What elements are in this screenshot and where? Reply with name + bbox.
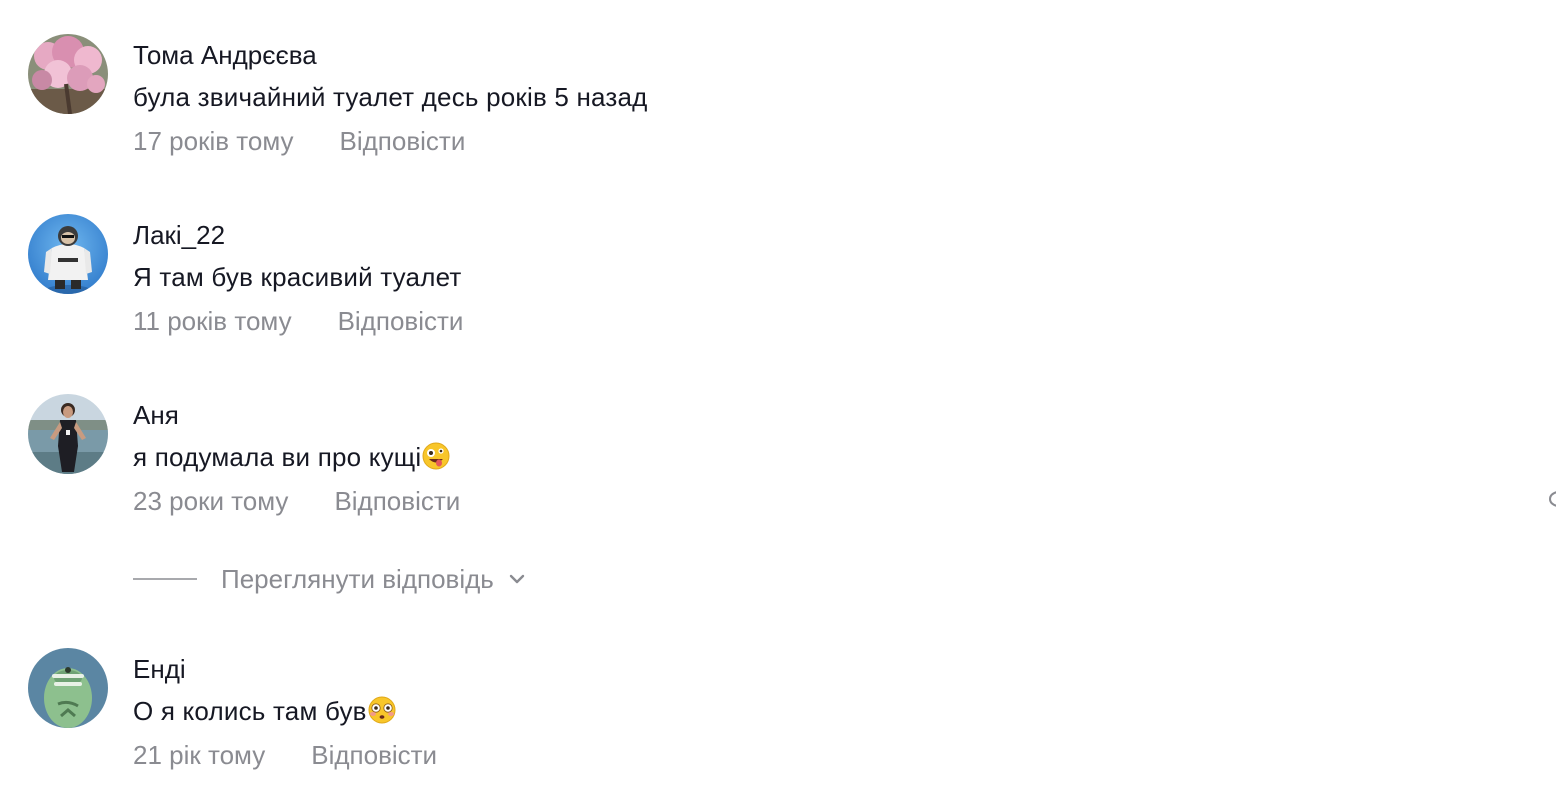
- comment-text: Я там був красивий туалет: [133, 262, 461, 293]
- avatar[interactable]: [28, 34, 108, 114]
- comment-time: 23 роки тому: [133, 486, 289, 516]
- reply-button[interactable]: Відповісти: [338, 306, 464, 336]
- comment-meta: 21 рік тому Відповісти: [133, 740, 437, 771]
- flushed-face-emoji-icon: [368, 696, 396, 724]
- comment-meta: 11 років тому Відповісти: [133, 306, 463, 337]
- avatar[interactable]: [28, 648, 108, 728]
- woman-by-water-avatar-icon: [28, 394, 108, 474]
- view-replies-divider: [133, 578, 197, 580]
- comment-meta: 23 роки тому Відповісти: [133, 486, 460, 517]
- chevron-down-icon: [509, 574, 525, 584]
- comment-time: 11 років тому: [133, 306, 292, 336]
- comment-item: Тома Андрєєва була звичайний туалет десь…: [28, 34, 1428, 184]
- pink-blossom-avatar-icon: [28, 34, 108, 114]
- like-icon[interactable]: [1548, 488, 1556, 510]
- comment-author[interactable]: Енді: [133, 654, 186, 685]
- comment-text-content: Я там був красивий туалет: [133, 262, 462, 292]
- comment-author[interactable]: Аня: [133, 400, 179, 431]
- comment-text-content: О я колись там був: [133, 696, 367, 726]
- reply-button[interactable]: Відповісти: [311, 740, 437, 770]
- comment-author[interactable]: Тома Андрєєва: [133, 40, 317, 71]
- comment-text-content: я подумала ви про кущі: [133, 442, 422, 472]
- comment-item: Енді О я колись там був 21 рік тому Відпо…: [28, 648, 1428, 798]
- comment-item: Лакі_22 Я там був красивий туалет 11 рок…: [28, 214, 1428, 364]
- comment-text: була звичайний туалет десь років 5 назад: [133, 82, 648, 113]
- green-cartoon-avatar-icon: [28, 648, 108, 728]
- zany-face-emoji-icon: [422, 442, 450, 470]
- reply-button[interactable]: Відповісти: [340, 126, 466, 156]
- avatar[interactable]: [28, 214, 108, 294]
- reply-button[interactable]: Відповісти: [334, 486, 460, 516]
- comment-text: я подумала ви про кущі: [133, 442, 450, 473]
- comment-meta: 17 років тому Відповісти: [133, 126, 465, 157]
- comment-author[interactable]: Лакі_22: [133, 220, 225, 251]
- comment-time: 21 рік тому: [133, 740, 266, 770]
- comment-item: Аня я подумала ви про кущі 23 роки тому В…: [28, 394, 1428, 544]
- hoodie-person-avatar-icon: [28, 214, 108, 294]
- comment-time: 17 років тому: [133, 126, 294, 156]
- view-replies-label: Переглянути відповідь: [221, 563, 494, 594]
- view-replies-button[interactable]: Переглянути відповідь: [133, 562, 526, 596]
- comment-text: О я колись там був: [133, 696, 396, 727]
- avatar[interactable]: [28, 394, 108, 474]
- comment-text-content: була звичайний туалет десь років 5 назад: [133, 82, 648, 112]
